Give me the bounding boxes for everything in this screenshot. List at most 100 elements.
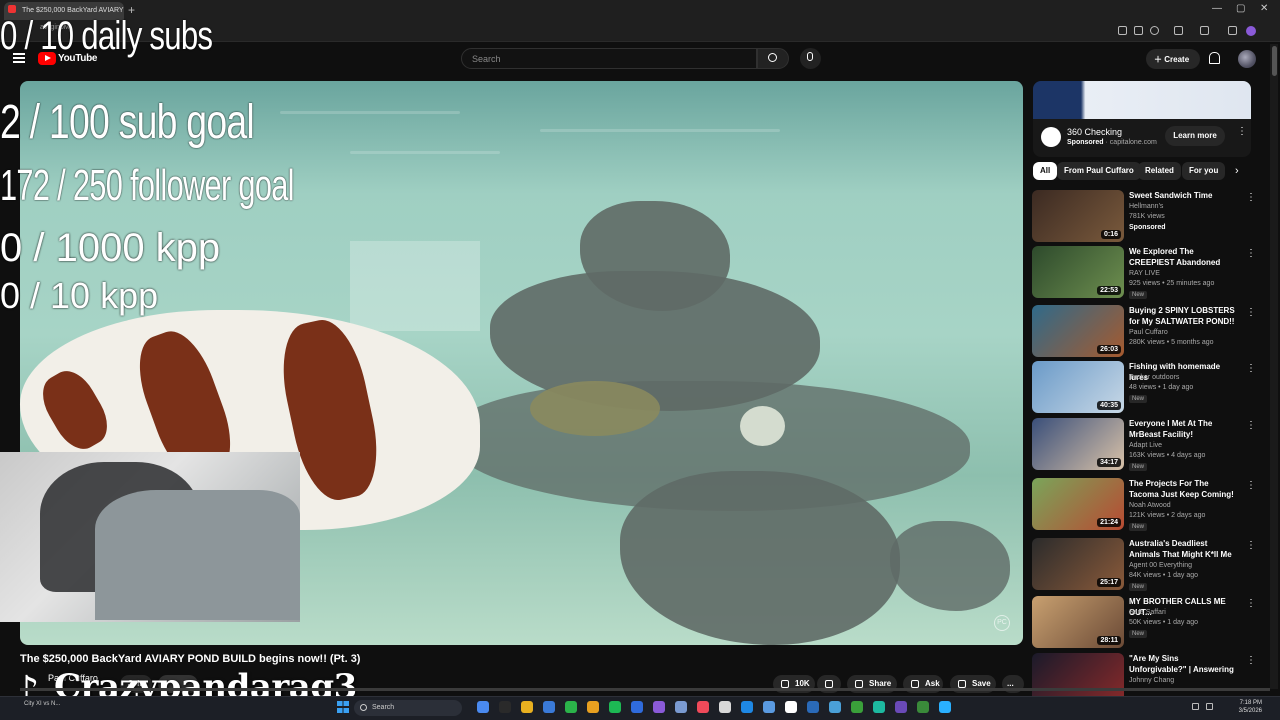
taskbar-app-icon[interactable]	[653, 701, 665, 713]
more-options-icon[interactable]: ⋮	[1246, 540, 1256, 551]
recommendation-channel[interactable]: Adapt Live	[1129, 442, 1162, 449]
recommendation-channel[interactable]: Noah Atwood	[1129, 502, 1171, 509]
search-icon	[768, 53, 777, 62]
recommendation-title[interactable]: Sweet Sandwich Time	[1129, 190, 1237, 201]
recommendation-title[interactable]: "Are My Sins Unforgivable?" | Answering …	[1129, 653, 1237, 675]
cast-icon[interactable]	[1134, 26, 1143, 35]
taskbar-app-icon[interactable]	[895, 701, 907, 713]
taskbar-clock[interactable]: 7:18 PM 3/5/2026	[1228, 699, 1262, 715]
more-options-icon[interactable]: ⋮	[1246, 655, 1256, 666]
video-thumbnail[interactable]: 0:16	[1032, 190, 1124, 242]
taskbar-app-icon[interactable]	[719, 701, 731, 713]
taskbar-app-icon[interactable]	[521, 701, 533, 713]
ad-title[interactable]: 360 Checking	[1067, 127, 1122, 137]
zoom-icon[interactable]	[1118, 26, 1127, 35]
channel-watermark-icon[interactable]: PC	[994, 615, 1010, 631]
taskbar-app-icon[interactable]	[477, 701, 489, 713]
download-icon[interactable]	[1228, 26, 1237, 35]
maximize-icon[interactable]: ▢	[1236, 3, 1245, 14]
taskbar-app-icon[interactable]	[917, 701, 929, 713]
ad-options-icon[interactable]: ⋮	[1237, 127, 1247, 137]
create-button[interactable]: ＋ Create	[1146, 49, 1200, 69]
recommendation-title[interactable]: The Projects For The Tacoma Just Keep Co…	[1129, 478, 1237, 500]
taskbar-app-icon[interactable]	[675, 701, 687, 713]
recommendation-channel[interactable]: Sara Saffari	[1129, 609, 1166, 616]
daily-subs-goal: 0 / 10 daily subs	[0, 14, 213, 58]
recommendation-channel[interactable]: RAY LIVE	[1129, 270, 1160, 277]
chip-for-you[interactable]: For you	[1182, 162, 1226, 180]
recommendation-item[interactable]: 25:17 Australia's Deadliest Animals That …	[1032, 538, 1262, 594]
recommendation-channel[interactable]: Tucker outdoors	[1129, 374, 1179, 381]
account-avatar[interactable]	[1238, 50, 1256, 68]
sidebar-icon[interactable]	[1200, 26, 1209, 35]
more-options-icon[interactable]: ⋮	[1246, 480, 1256, 491]
recommendation-item[interactable]: 21:24 The Projects For The Tacoma Just Ke…	[1032, 478, 1262, 534]
recommendation-title[interactable]: We Explored The CREEPIEST Abandoned Movi…	[1129, 246, 1237, 268]
ad-banner-image[interactable]	[1033, 81, 1251, 119]
duration-badge: 40:35	[1097, 401, 1121, 410]
learn-more-button[interactable]: Learn more	[1165, 126, 1225, 146]
page-horizontal-scrollbar[interactable]	[20, 688, 1270, 691]
video-thumbnail[interactable]: 28:11	[1032, 596, 1124, 648]
taskbar-app-icon[interactable]	[851, 701, 863, 713]
taskbar-app-icon[interactable]	[829, 701, 841, 713]
taskbar-app-icon[interactable]	[697, 701, 709, 713]
volume-icon[interactable]	[1206, 703, 1213, 710]
taskbar-app-icon[interactable]	[609, 701, 621, 713]
recommendation-title[interactable]: Everyone I Met At The MrBeast Facility!	[1129, 418, 1237, 440]
chip-all[interactable]: All	[1033, 162, 1058, 180]
recommendation-channel[interactable]: Agent 00 Everything	[1129, 562, 1192, 569]
taskbar-search[interactable]: Search	[354, 700, 462, 716]
taskbar-app-icon[interactable]	[543, 701, 555, 713]
windows-start-icon[interactable]	[337, 701, 349, 713]
recommendation-channel[interactable]: Hellmann's	[1129, 203, 1163, 210]
video-thumbnail[interactable]: 34:17	[1032, 418, 1124, 470]
taskbar-app-icon[interactable]	[873, 701, 885, 713]
recommendation-item[interactable]: 34:17 Everyone I Met At The MrBeast Facil…	[1032, 418, 1262, 474]
minimize-icon[interactable]: —	[1212, 3, 1222, 14]
bookmark-star-icon[interactable]	[1150, 26, 1159, 35]
recommendation-item[interactable]: 40:35 Fishing with homemade lures Tucker o…	[1032, 361, 1262, 417]
more-options-icon[interactable]: ⋮	[1246, 598, 1256, 609]
extensions-icon[interactable]	[1174, 26, 1183, 35]
taskbar-app-icon[interactable]	[939, 701, 951, 713]
more-options-icon[interactable]: ⋮	[1246, 192, 1256, 203]
taskbar-app-icon[interactable]	[631, 701, 643, 713]
close-window-icon[interactable]: ✕	[1260, 3, 1268, 14]
profile-avatar-icon[interactable]	[1246, 26, 1256, 36]
scrollbar-track[interactable]	[1270, 44, 1278, 689]
wifi-icon[interactable]	[1192, 703, 1199, 710]
taskbar-app-icon[interactable]	[499, 701, 511, 713]
recommendation-item[interactable]: 26:03 Buying 2 SPINY LOBSTERS for My SALT…	[1032, 305, 1262, 361]
video-thumbnail[interactable]: 21:24	[1032, 478, 1124, 530]
more-options-icon[interactable]: ⋮	[1246, 363, 1256, 374]
scrollbar-thumb[interactable]	[1272, 46, 1277, 76]
chip-related[interactable]: Related	[1138, 162, 1181, 180]
search-input[interactable]: Search	[461, 48, 757, 69]
recommendation-title[interactable]: Australia's Deadliest Animals That Might…	[1129, 538, 1237, 560]
taskbar-app-icon[interactable]	[807, 701, 819, 713]
recommendation-channel[interactable]: Johnny Chang	[1129, 677, 1174, 684]
recommendation-title[interactable]: Buying 2 SPINY LOBSTERS for My SALTWATER…	[1129, 305, 1237, 327]
recommendation-item[interactable]: 0:16 Sweet Sandwich Time Hellmann's 781K vi…	[1032, 190, 1262, 246]
more-options-icon[interactable]: ⋮	[1246, 307, 1256, 318]
taskbar-app-icon[interactable]	[785, 701, 797, 713]
chip-from-channel[interactable]: From Paul Cuffaro	[1057, 162, 1141, 180]
recommendation-item[interactable]: 28:11 MY BROTHER CALLS ME OUT... Sara Saff…	[1032, 596, 1262, 652]
more-options-icon[interactable]: ⋮	[1246, 420, 1256, 431]
taskbar-app-icon[interactable]	[587, 701, 599, 713]
video-thumbnail[interactable]: 25:17	[1032, 538, 1124, 590]
notifications-bell-icon[interactable]	[1209, 52, 1220, 64]
recommendation-meta: 50K views • 1 day ago	[1129, 619, 1198, 626]
video-thumbnail[interactable]: 40:35	[1032, 361, 1124, 413]
taskbar-app-icon[interactable]	[565, 701, 577, 713]
taskbar-widget[interactable]: City XI vs N...	[24, 701, 60, 708]
video-thumbnail[interactable]: 26:03	[1032, 305, 1124, 357]
taskbar-app-icon[interactable]	[741, 701, 753, 713]
recommendation-channel[interactable]: Paul Cuffaro	[1129, 329, 1168, 336]
chevron-right-icon[interactable]: ›	[1235, 165, 1239, 177]
video-thumbnail[interactable]: 22:53	[1032, 246, 1124, 298]
recommendation-item[interactable]: 22:53 We Explored The CREEPIEST Abandoned…	[1032, 246, 1262, 302]
more-options-icon[interactable]: ⋮	[1246, 248, 1256, 259]
taskbar-app-icon[interactable]	[763, 701, 775, 713]
